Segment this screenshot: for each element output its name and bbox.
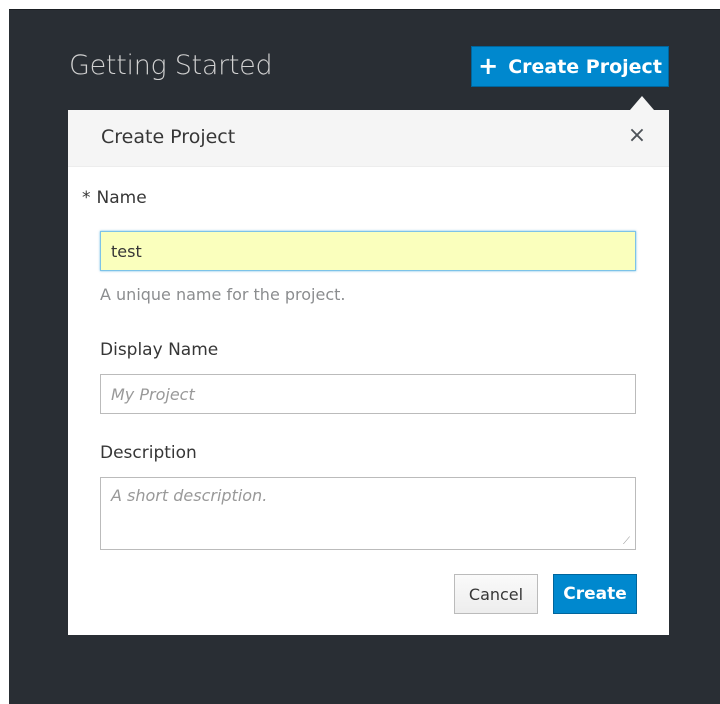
name-input[interactable]	[100, 231, 636, 271]
description-label: Description	[100, 443, 197, 463]
name-help-text: A unique name for the project.	[100, 285, 346, 304]
app-background: Getting Started + Create Project Create …	[9, 9, 720, 704]
create-project-button-label: Create Project	[508, 55, 662, 78]
description-textarea[interactable]	[100, 477, 636, 550]
create-project-button[interactable]: + Create Project	[471, 46, 669, 87]
create-project-popover: Create Project × *Name A unique name for…	[68, 110, 669, 635]
create-button[interactable]: Create	[553, 574, 637, 614]
display-name-input[interactable]	[100, 374, 636, 414]
popover-header: Create Project ×	[68, 110, 669, 167]
cancel-button[interactable]: Cancel	[454, 574, 538, 614]
required-marker: *	[82, 188, 91, 208]
display-name-label: Display Name	[100, 340, 219, 360]
close-icon[interactable]: ×	[625, 124, 649, 148]
popover-title: Create Project	[101, 126, 236, 148]
plus-icon: +	[478, 51, 499, 80]
name-label-text: Name	[96, 188, 147, 208]
page-title: Getting Started	[69, 50, 273, 81]
popover-arrow	[630, 96, 654, 110]
resize-handle-icon[interactable]: ⟋	[623, 537, 633, 547]
name-label: * Name	[82, 188, 147, 208]
